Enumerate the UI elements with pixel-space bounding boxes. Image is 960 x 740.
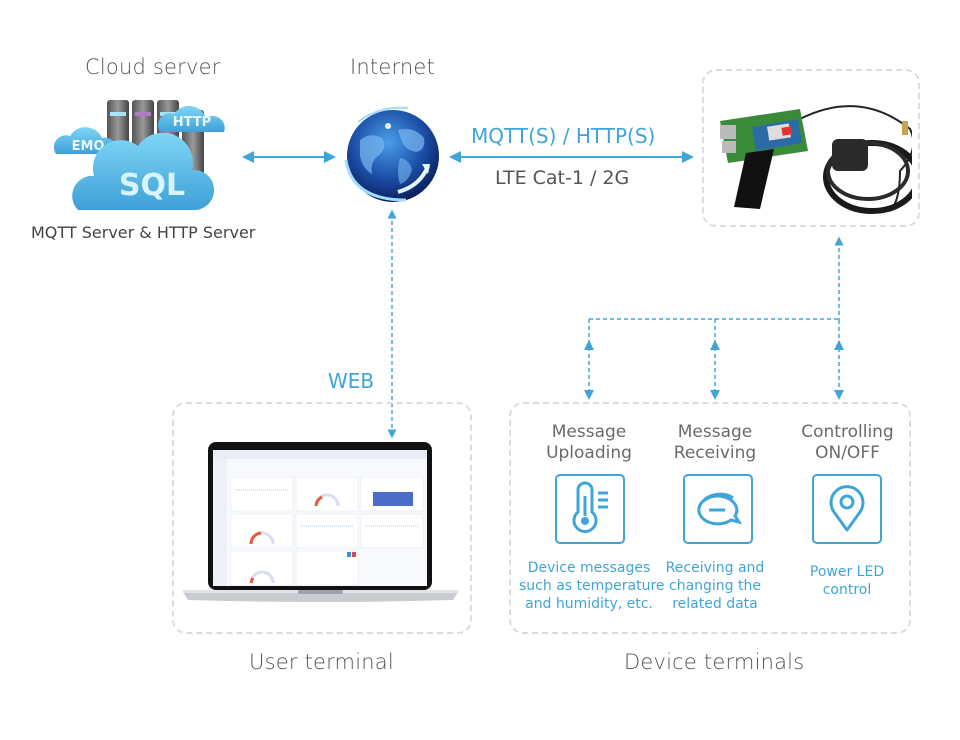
arrowhead	[834, 390, 844, 400]
arrowhead	[710, 340, 720, 350]
arrowhead	[710, 390, 720, 400]
globe-icon	[344, 106, 439, 202]
cloud-server-icon: HTTP EMQ SQL	[53, 100, 225, 210]
arrowhead	[834, 340, 844, 350]
feature-receive-title: Message Receiving	[673, 422, 757, 463]
feature-receive-desc: Receiving and changing the related data	[665, 560, 765, 612]
cloud-server-caption: MQTT Server & HTTP Server	[31, 223, 256, 242]
web-label: WEB	[328, 369, 375, 393]
sql-cloud-label: SQL	[119, 168, 185, 203]
arrowhead	[584, 390, 594, 400]
user-terminal-title: User terminal	[249, 650, 394, 674]
location-pin-icon-box	[812, 474, 882, 544]
device-terminals-title: Device terminals	[624, 650, 805, 674]
protocol-label: MQTT(S) / HTTP(S)	[471, 124, 656, 148]
thermometer-icon	[572, 481, 608, 533]
internet-title: Internet	[350, 55, 435, 79]
http-cloud-label: HTTP	[173, 115, 211, 130]
location-pin-icon	[829, 485, 865, 532]
thermometer-icon-box	[555, 474, 625, 544]
feature-upload-desc: Device messages such as temperature and …	[519, 560, 665, 612]
chat-bubble-icon	[697, 492, 743, 526]
arrowhead	[584, 340, 594, 350]
laptop-icon	[183, 442, 458, 602]
cloud-server-title: Cloud server	[85, 55, 221, 79]
feature-upload-title: Message Uploading	[546, 422, 632, 463]
feature-control-title: Controlling ON/OFF	[801, 422, 894, 463]
chat-bubble-icon-box	[683, 474, 753, 544]
device-hardware-image	[720, 105, 912, 214]
feature-control-desc: Power LED control	[809, 564, 885, 598]
network-label: LTE Cat-1 / 2G	[495, 167, 630, 189]
device-hardware-box	[702, 69, 920, 227]
